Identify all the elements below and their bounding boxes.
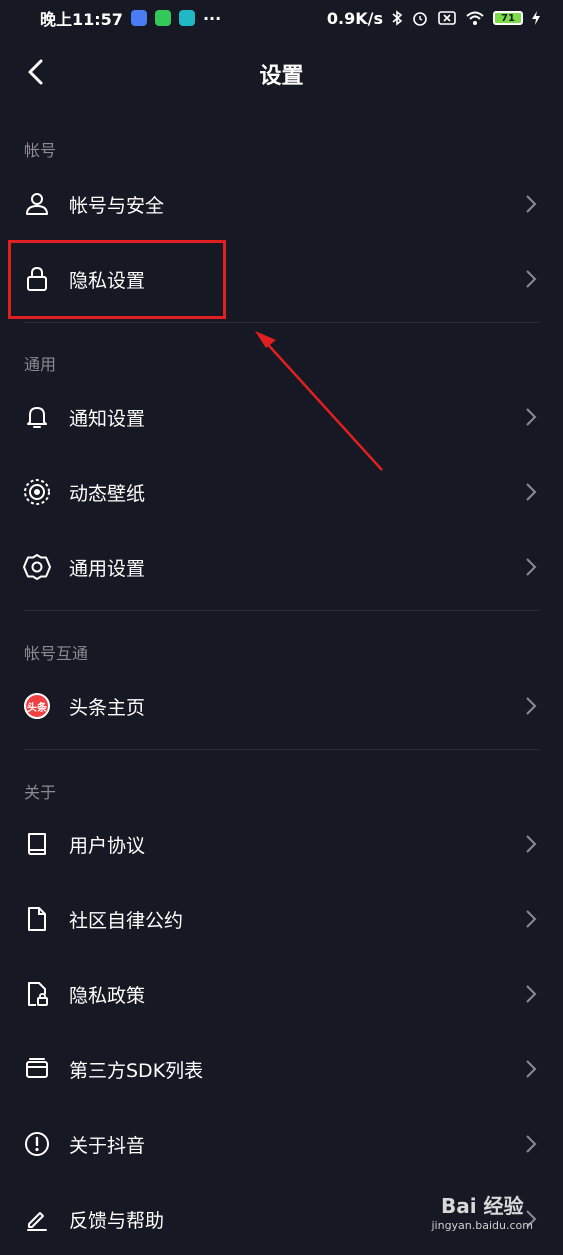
row-label: 头条主页 [69, 696, 146, 719]
chevron-right-icon [525, 557, 537, 577]
toutiao-icon: 头条 [22, 691, 52, 721]
settings-row-live-wallpaper[interactable]: 动态壁纸 [0, 456, 563, 528]
settings-row-user-agreement[interactable]: 用户协议 [0, 808, 563, 880]
chevron-right-icon [525, 269, 537, 289]
divider [24, 749, 540, 750]
chevron-right-icon [525, 909, 537, 929]
status-bar: 晚上11:57 ··· 0.9K/s 71 [0, 0, 563, 36]
settings-row-general[interactable]: 通用设置 [0, 531, 563, 603]
chevron-right-icon [525, 1134, 537, 1154]
network-speed: 0.9K/s [326, 8, 383, 28]
card-icon [22, 1054, 52, 1084]
charging-icon [532, 11, 540, 25]
user-icon [22, 189, 52, 219]
chevron-right-icon [525, 1059, 537, 1079]
chevron-right-icon [525, 194, 537, 214]
alarm-icon [413, 12, 427, 26]
row-label: 动态壁纸 [69, 482, 146, 505]
wifi-icon [466, 11, 484, 25]
toutiao-badge: 头条 [24, 693, 50, 719]
settings-row-about-douyin[interactable]: 关于抖音 [0, 1108, 563, 1180]
section-header-account: 帐号 [24, 141, 57, 160]
settings-row-third-party-sdk[interactable]: 第三方SDK列表 [0, 1033, 563, 1105]
row-label: 帐号与安全 [69, 194, 165, 217]
divider [24, 322, 540, 323]
settings-row-toutiao-home[interactable]: 头条 头条主页 [0, 670, 563, 742]
highlight-box [8, 240, 226, 319]
bell-icon [22, 402, 52, 432]
row-label: 反馈与帮助 [69, 1209, 165, 1232]
gear-icon [22, 552, 52, 582]
edit-icon [22, 1204, 52, 1234]
row-label: 关于抖音 [69, 1134, 146, 1157]
row-label: 社区自律公约 [69, 909, 184, 932]
info-icon [22, 1129, 52, 1159]
section-header-about: 关于 [24, 783, 57, 802]
status-left: 晚上11:57 ··· [40, 6, 221, 30]
settings-row-notifications[interactable]: 通知设置 [0, 381, 563, 453]
chevron-right-icon [525, 696, 537, 716]
watermark-text: Bai 经验 [440, 1194, 524, 1218]
status-time: 晚上11:57 [40, 10, 123, 29]
row-label: 通用设置 [69, 557, 146, 580]
settings-row-account-security[interactable]: 帐号与安全 [0, 168, 563, 240]
status-more: ··· [202, 8, 222, 28]
sim-off-icon [438, 11, 456, 25]
status-right: 0.9K/s 71 [327, 9, 541, 28]
watermark-url: jingyan.baidu.com [431, 1219, 533, 1232]
document-icon [22, 904, 52, 934]
row-label: 第三方SDK列表 [69, 1059, 204, 1082]
privacy-doc-icon [22, 979, 52, 1009]
chevron-right-icon [525, 834, 537, 854]
chevron-right-icon [525, 407, 537, 427]
chevron-right-icon [525, 984, 537, 1004]
wallpaper-icon [22, 477, 52, 507]
settings-row-community-guidelines[interactable]: 社区自律公约 [0, 883, 563, 955]
section-header-general: 通用 [24, 355, 57, 374]
shield-app-icon [178, 10, 195, 26]
book-icon [22, 829, 52, 859]
message-app-icon [154, 10, 171, 26]
chevron-right-icon [525, 482, 537, 502]
section-header-interop: 帐号互通 [24, 644, 89, 663]
nav-bar: 设置 [0, 44, 563, 102]
row-label: 通知设置 [69, 407, 146, 430]
baidu-watermark: Bai 经验 jingyan.baidu.com [431, 1190, 533, 1232]
row-label: 用户协议 [69, 834, 146, 857]
battery-indicator: 71 [493, 11, 523, 25]
page-title: 设置 [259, 64, 304, 89]
settings-row-privacy-policy[interactable]: 隐私政策 [0, 958, 563, 1030]
bluetooth-icon [392, 10, 403, 26]
app-notification-icon [130, 10, 147, 26]
divider [24, 610, 540, 611]
row-label: 隐私政策 [69, 984, 146, 1007]
